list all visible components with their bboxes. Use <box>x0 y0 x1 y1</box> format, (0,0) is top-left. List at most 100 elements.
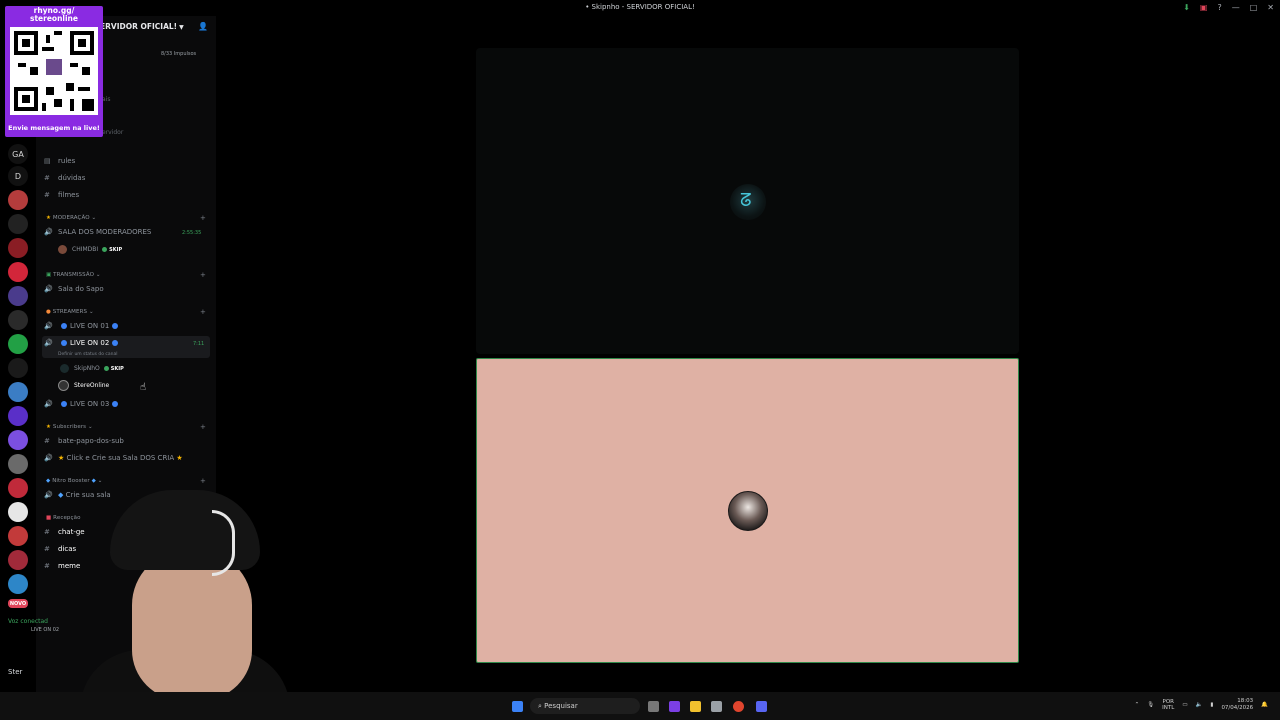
server-icon-ga[interactable]: GA <box>8 144 28 164</box>
channel-bate-papo[interactable]: # bate-papo-dos-sub <box>44 437 124 445</box>
server-icon[interactable] <box>8 502 28 522</box>
help-icon[interactable]: ? <box>1217 3 1221 12</box>
server-icon[interactable] <box>8 526 28 546</box>
avatar <box>60 364 69 373</box>
file-explorer-icon[interactable] <box>690 701 701 712</box>
app-icon[interactable] <box>711 701 722 712</box>
voice-stage: ᘔ <box>216 16 1280 692</box>
windows-start-icon[interactable] <box>512 701 523 712</box>
channel-rules[interactable]: ▤ rules <box>44 157 75 165</box>
copilot-icon[interactable] <box>669 701 680 712</box>
inbox-icon[interactable]: ▣ <box>1200 3 1208 12</box>
mic-icon[interactable]: 🎙 <box>1147 702 1154 708</box>
server-icon[interactable] <box>8 262 28 282</box>
search-label: Pesquisar <box>544 702 578 710</box>
diamond-icon: ◆ <box>91 478 96 484</box>
channel-label: LIVE ON 02 <box>70 339 110 347</box>
battery-icon[interactable]: ▮ <box>1210 702 1213 708</box>
category-subscribers[interactable]: ★ Subscribers ⌄ <box>46 424 93 430</box>
add-channel-icon[interactable]: + <box>200 271 206 279</box>
add-channel-icon[interactable]: + <box>200 214 206 222</box>
maximize-icon[interactable]: □ <box>1250 3 1258 12</box>
channel-status[interactable]: Definir um status do canal <box>58 352 118 357</box>
server-icon[interactable] <box>8 478 28 498</box>
channel-label: dicas <box>58 545 77 553</box>
user-panel-name[interactable]: Ster <box>8 668 22 676</box>
channel-filmes[interactable]: # filmes <box>44 191 79 199</box>
channel-meme[interactable]: # meme <box>44 562 80 570</box>
channel-dicas[interactable]: # dicas <box>44 545 76 553</box>
hash-icon: # <box>44 528 50 536</box>
diamond-icon: ◆ <box>58 491 64 499</box>
voice-sala-mods[interactable]: 🔊 SALA DOS MODERADORES <box>44 228 151 236</box>
diamond-icon: ◆ <box>46 478 51 484</box>
volume-icon[interactable]: 🔈 <box>1196 702 1203 708</box>
channel-label: Sala do Sapo <box>58 285 104 293</box>
voice-connected-status[interactable]: Voz conectad <box>8 618 48 625</box>
voice-user[interactable]: SkipNhO SKIP <box>60 364 124 373</box>
server-icon[interactable] <box>8 550 28 570</box>
close-icon[interactable]: ✕ <box>1267 3 1274 12</box>
category-nitro[interactable]: ◆ Nitro Booster ◆ ⌄ <box>46 478 103 484</box>
category-recepcao[interactable]: ■ Recepção <box>46 515 81 521</box>
discord-icon[interactable] <box>756 701 767 712</box>
badge-dot-icon <box>103 366 109 371</box>
server-icon[interactable] <box>8 454 28 474</box>
live-dot-icon <box>61 340 67 346</box>
hidden-item-label: ervidor <box>102 129 124 136</box>
add-channel-icon[interactable]: + <box>200 308 206 316</box>
task-view-icon[interactable] <box>648 701 659 712</box>
hash-icon: # <box>44 545 50 553</box>
clock[interactable]: 18:03 07/04/2026 <box>1221 698 1253 712</box>
server-icon[interactable] <box>8 238 28 258</box>
voice-click-crie[interactable]: 🔊 ★ Click e Crie sua Sala DOS CRIA ★ <box>44 454 183 462</box>
channel-label: LIVE ON 01 <box>70 322 110 330</box>
participant-tile[interactable]: ᘔ <box>476 48 1019 354</box>
voice-icon: 🔊 <box>44 228 53 236</box>
server-icon[interactable] <box>8 214 28 234</box>
server-icon[interactable] <box>8 190 28 210</box>
voice-user[interactable]: CHIMDBI SKIP <box>58 245 122 254</box>
voice-connected-channel[interactable]: LIVE ON 02 <box>31 627 59 633</box>
star-icon: ★ <box>58 454 65 462</box>
voice-icon: 🔊 <box>44 285 53 293</box>
notification-icon[interactable]: 🔔 <box>1261 702 1268 708</box>
voice-live-2[interactable]: 🔊 LIVE ON 02 <box>44 339 121 347</box>
chevron-up-icon[interactable]: ⌃ <box>1135 702 1140 708</box>
add-channel-icon[interactable]: + <box>200 423 206 431</box>
download-icon[interactable]: ⬇ <box>1183 3 1190 12</box>
category-moderacao[interactable]: ★ MODERAÇÃO ⌄ <box>46 215 96 221</box>
channel-chat-ge[interactable]: # chat-ge <box>44 528 85 536</box>
server-icon[interactable] <box>8 406 28 426</box>
taskbar-search[interactable]: ⌕ Pesquisar <box>530 698 640 714</box>
minimize-icon[interactable]: — <box>1232 3 1240 12</box>
participant-tile-speaking[interactable] <box>476 358 1019 663</box>
category-streamers[interactable]: ● STREAMERS ⌄ <box>46 309 94 315</box>
chrome-icon[interactable] <box>733 701 744 712</box>
server-icon[interactable] <box>8 574 28 594</box>
qr-title: rhyno.gg/ stereonline <box>5 7 103 23</box>
channel-label: rules <box>58 157 76 165</box>
voice-user[interactable]: StereOnline <box>58 380 109 391</box>
category-transmissao[interactable]: ▣ TRANSMISSÃO ⌄ <box>46 272 101 278</box>
voice-live-3[interactable]: 🔊 LIVE ON 03 <box>44 400 121 408</box>
language-indicator[interactable]: POR INTL <box>1162 699 1174 711</box>
invite-icon[interactable]: 👤 <box>198 22 208 32</box>
server-icon[interactable] <box>8 382 28 402</box>
add-channel-icon[interactable]: + <box>200 477 206 485</box>
server-icon[interactable] <box>8 334 28 354</box>
network-icon[interactable]: ▭ <box>1182 702 1187 708</box>
server-icon[interactable] <box>8 430 28 450</box>
server-icon[interactable] <box>8 286 28 306</box>
voice-sala-sapo[interactable]: 🔊 Sala do Sapo <box>44 285 104 293</box>
fire-icon: ● <box>46 309 51 315</box>
server-icon-d[interactable]: D <box>8 166 28 186</box>
server-name[interactable]: ERVIDOR OFICIAL! ▼ <box>100 22 184 31</box>
server-icon[interactable] <box>8 310 28 330</box>
server-icon[interactable] <box>8 358 28 378</box>
boost-count[interactable]: 8/33 Impulsos <box>161 51 196 57</box>
channel-duvidas[interactable]: # dúvidas <box>44 174 85 182</box>
badge-dot-icon <box>102 247 108 252</box>
box-icon: ■ <box>46 515 52 521</box>
voice-live-1[interactable]: 🔊 LIVE ON 01 <box>44 322 121 330</box>
